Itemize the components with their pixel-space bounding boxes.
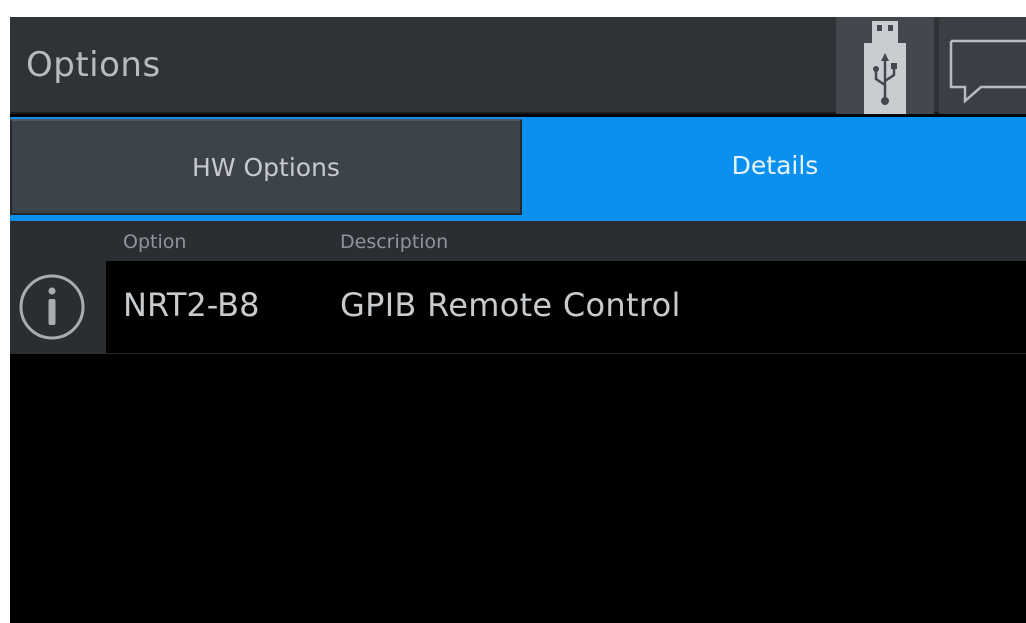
info-button[interactable] [10, 261, 106, 354]
tab-hw-options-label: HW Options [192, 153, 340, 182]
column-header-option: Option [123, 231, 187, 253]
title-bar: Options [10, 17, 1026, 114]
page-title: Options [26, 45, 161, 85]
table-row[interactable]: NRT2-B8 GPIB Remote Control [10, 261, 1026, 354]
empty-list-area [10, 355, 1026, 623]
option-description: GPIB Remote Control [340, 286, 681, 324]
info-icon [19, 274, 85, 340]
tab-details[interactable]: Details [524, 117, 1026, 215]
message-button[interactable] [939, 17, 1026, 114]
usb-icon [864, 21, 906, 114]
usb-button[interactable] [836, 17, 934, 114]
options-screen: Options HW Options Details Option Descri… [10, 17, 1026, 623]
tab-bar: HW Options Details [10, 117, 1026, 221]
column-header-description: Description [340, 231, 449, 253]
tab-hw-options[interactable]: HW Options [10, 119, 522, 215]
message-icon [949, 39, 1026, 104]
table-header: Option Description [10, 221, 1026, 261]
tab-details-label: Details [731, 151, 819, 180]
option-code: NRT2-B8 [123, 286, 260, 324]
